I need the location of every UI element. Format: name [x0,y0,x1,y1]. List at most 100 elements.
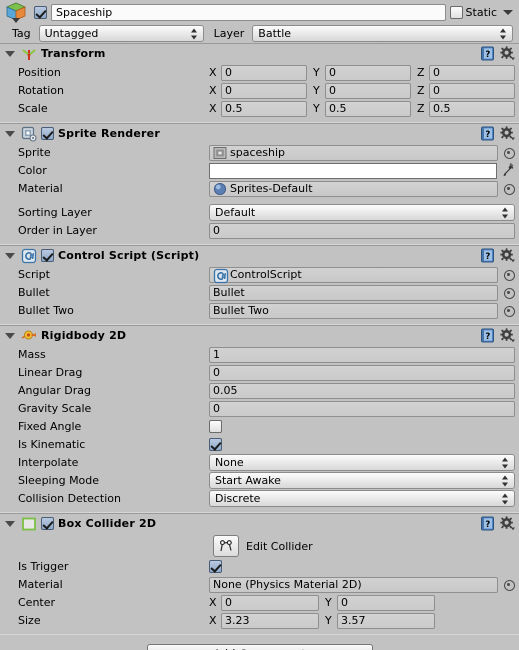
component-header-box-collider-2d[interactable]: Box Collider 2D? [0,514,519,533]
component-header-rigidbody-2d[interactable]: Rigidbody 2D? [0,326,519,345]
gear-icon[interactable] [500,126,515,141]
axis-y-input[interactable]: 0 [337,594,435,611]
number-input[interactable]: 0 [209,364,515,381]
number-input[interactable]: 0 [209,222,515,239]
object-field-value: Sprites-Default [230,182,313,195]
foldout-arrow-icon[interactable] [5,130,15,137]
component-body: Script ControlScript Bullet Bullet Bullet Tw… [0,265,519,324]
tag-dropdown[interactable]: Untagged [38,25,204,42]
gear-icon[interactable] [500,516,515,531]
component-enabled-checkbox[interactable] [41,517,54,530]
property-row: Gravity Scale 0 [4,400,515,417]
toggle-checkbox[interactable] [209,420,222,433]
gear-icon[interactable] [500,46,515,61]
component-header-sprite-renderer[interactable]: Sprite Renderer? [0,124,519,143]
axis-y: Y 3.57 [325,612,435,629]
dropdown[interactable]: Default [209,204,515,221]
object-picker-button[interactable] [502,286,515,299]
help-icon[interactable]: ? [480,516,495,531]
axis-y-input[interactable]: 0 [325,82,411,99]
foldout-arrow-icon[interactable] [5,252,15,259]
component-header-transform[interactable]: Transform? [0,44,519,63]
field-label: Angular Drag [18,384,91,397]
toggle-checkbox[interactable] [209,438,222,451]
axis-z-input[interactable]: 0 [429,82,515,99]
gameobject-name-field[interactable]: Spaceship [51,4,446,21]
foldout-arrow-icon[interactable] [5,50,15,57]
object-picker-button[interactable] [502,268,515,281]
dropdown[interactable]: Discrete [209,490,515,507]
number-input[interactable]: 0 [209,400,515,417]
axis-x-input[interactable]: 0 [221,64,307,81]
property-row: Fixed Angle [4,418,515,435]
component-title: Box Collider 2D [58,517,157,530]
object-field[interactable]: Sprites-Default [209,180,498,197]
property-control [209,420,515,433]
field-label: Rotation [18,84,65,97]
component-enabled-checkbox[interactable] [41,249,54,262]
help-icon[interactable]: ? [480,126,495,141]
gameobject-enabled-checkbox[interactable] [34,6,47,19]
axis-z-input[interactable]: 0 [429,64,515,81]
component-block: Sprite Renderer? Sprite spaceship Color Mate… [0,123,519,245]
svg-text:?: ? [485,520,490,530]
axis-x-input[interactable]: 0 [221,82,307,99]
number-input[interactable]: 0.05 [209,382,515,399]
toggle-checkbox[interactable] [209,560,222,573]
number-input[interactable]: 1 [209,346,515,363]
object-picker-button[interactable] [502,146,515,159]
component-enabled-checkbox[interactable] [41,127,54,140]
add-component-button[interactable]: Add Component [146,644,373,650]
gear-icon[interactable] [500,328,515,343]
field-label: Order in Layer [18,224,97,237]
edit-collider-button[interactable] [213,535,239,557]
field-label: Script [18,268,50,281]
field-label: Size [18,614,41,627]
color-swatch[interactable] [209,162,497,179]
object-field[interactable]: Bullet [209,284,498,301]
object-field[interactable]: Bullet Two [209,302,498,319]
gameobject-name-value: Spaceship [56,6,113,19]
axis-x-input[interactable]: 3.23 [221,612,319,629]
axis-y: Y0 [325,594,435,611]
axis-x-input[interactable]: 0.5 [221,100,307,117]
foldout-arrow-icon[interactable] [5,332,15,339]
number-value: 0.05 [213,384,238,397]
axis-y-input[interactable]: 0 [325,64,411,81]
object-picker-button[interactable] [502,182,515,195]
gear-icon[interactable] [500,248,515,263]
svg-text:?: ? [485,50,490,60]
gameobject-name-row: Spaceship Static [4,2,515,24]
property-row: Mass 1 [4,346,515,363]
object-field[interactable]: None (Physics Material 2D) [209,576,498,593]
help-icon[interactable]: ? [480,46,495,61]
property-control: X0Y0Z0 [209,82,515,99]
dropdown[interactable]: None [209,454,515,471]
object-picker-button[interactable] [502,304,515,317]
axis-z-input[interactable]: 0.5 [429,100,515,117]
axis-y-input[interactable]: 0.5 [325,100,411,117]
layer-dropdown[interactable]: Battle [252,25,513,42]
prefab-cube-icon[interactable] [4,2,30,24]
component-body: Edit Collider Is Trigger Material None (Phy… [0,533,519,634]
property-control: Bullet [209,284,515,301]
object-field[interactable]: ControlScript [209,266,498,283]
component-header-control-script-script[interactable]: Control Script (Script)? [0,246,519,265]
dropdown[interactable]: Start Awake [209,472,515,489]
eyedropper-icon[interactable] [501,163,515,178]
object-field[interactable]: spaceship [209,144,498,161]
object-picker-button[interactable] [502,578,515,591]
axis-y-input[interactable]: 3.57 [337,612,435,629]
component-title: Rigidbody 2D [41,329,127,342]
help-icon[interactable]: ? [480,328,495,343]
axis-x: X 0.5 [209,100,307,117]
axis-x-input[interactable]: 0 [221,594,319,611]
chevron-down-icon[interactable] [503,10,513,15]
static-checkbox[interactable] [449,6,463,19]
property-row: Sprite spaceship [4,144,515,161]
help-icon[interactable]: ? [480,248,495,263]
static-toggle-group[interactable]: Static [449,6,515,19]
property-control: 0 [209,400,515,417]
property-control: Start Awake [209,472,515,489]
foldout-arrow-icon[interactable] [5,520,15,527]
